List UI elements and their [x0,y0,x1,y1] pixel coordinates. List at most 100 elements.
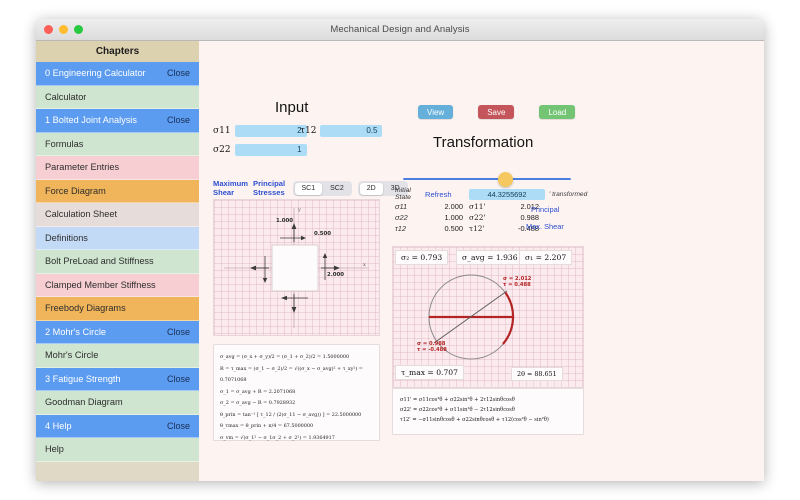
sigma1-label: σ₁ = 2.207 [519,250,572,265]
formula-line: σ_vm = √(σ_1² − σ_1σ_2 + σ_2²) = 1.93649… [220,433,373,445]
traffic-lights [44,25,83,34]
state-row-initial: 2.000 [425,202,469,211]
sidebar-close-button[interactable]: Close [167,421,190,431]
sidebar-close-button[interactable]: Close [167,374,190,384]
formula-line: θ_τmax = θ_prin + π/4 = 67.5000000 [220,421,373,433]
sidebar-close-button[interactable]: Close [167,68,190,78]
sidebar-item-calculation-sheet[interactable]: Calculation Sheet [36,203,199,227]
state-row-initial: 0.500 [425,224,469,233]
segment-2d[interactable]: 2D [360,183,383,195]
sidebar-close-button[interactable]: Close [167,327,190,337]
action-buttons[interactable]: View Save Load [418,105,575,119]
transformation-equations-box: σ11' = σ11cos²θ + σ22sin²θ + 2τ12sinθcos… [392,388,584,435]
transformation-equation-line: σ11' = σ11cos²θ + σ22sin²θ + 2τ12sinθcos… [400,395,576,405]
maximum-shear-link[interactable]: Maximum Shear [213,180,247,197]
app-window: Mechanical Design and Analysis Chapters … [36,19,764,481]
state-header-row: Initial State Refresh 44.3255692 ' trans… [395,188,587,201]
screen-root: Mechanical Design and Analysis Chapters … [0,0,800,500]
sidebar-item-goodman-diagram[interactable]: Goodman Diagram [36,391,199,415]
state-row-name: σ22 [395,213,425,222]
sidebar-item-clamped-member-stiffness[interactable]: Clamped Member Stiffness [36,274,199,298]
angle-input-wrap[interactable]: 44.3255692 [469,189,549,200]
sidebar-item-3-fatigue-strength[interactable]: 3 Fatigue StrengthClose [36,368,199,392]
sigma-avg-label: σ_avg = 1.936 [456,250,524,265]
sidebar-item-label: Calculation Sheet [45,209,117,219]
input-panel-title: Input [275,99,308,116]
refresh-link[interactable]: Refresh [425,190,469,199]
max-shear-link[interactable]: Max. Shear [526,222,564,231]
load-button[interactable]: Load [539,105,575,119]
sigma11-arrow-label: 2.000 [327,272,344,278]
sigma22-field-row: σ22 1 [213,144,307,156]
transformation-equation-lines: σ11' = σ11cos²θ + σ22sin²θ + 2τ12sinθcos… [393,389,583,431]
x-axis-label: x [363,262,366,268]
maximize-window-icon[interactable] [74,25,83,34]
sigma22-label: σ22 [213,145,231,155]
sidebar-item-label: Mohr's Circle [45,350,98,360]
formula-line: σ_avg = (σ_x + σ_y)/2 = (σ_1 + σ_2)/2 = … [220,352,373,364]
segment-sc2[interactable]: SC2 [323,183,351,195]
sidebar-item-label: Help [45,444,64,454]
sigma2-label: σ₂ = 0.793 [395,250,448,265]
tau-max-label: τ_max = 0.707 [395,365,464,380]
sidebar-item-0-engineering-calculator[interactable]: 0 Engineering CalculatorClose [36,62,199,86]
segment-sc1[interactable]: SC1 [295,183,323,195]
sidebar-item-label: Clamped Member Stiffness [45,280,156,290]
stress-element-svg [214,200,379,335]
sidebar-item-label: Formulas [45,139,83,149]
sidebar-item-mohr-s-circle[interactable]: Mohr's Circle [36,344,199,368]
state-row-transformed: 0.988 [497,213,545,222]
sidebar-item-label: 4 Help [45,421,72,431]
sidebar-item-formulas[interactable]: Formulas [36,133,199,157]
sidebar-item-bolt-preload-and-stiffness[interactable]: Bolt PreLoad and Stiffness [36,250,199,274]
sidebar-item-label: Freebody Diagrams [45,303,126,313]
tau12-arrow-label: 0.500 [314,231,331,237]
angle-slider[interactable] [397,171,577,187]
sidebar-item-label: 1 Bolted Joint Analysis [45,115,137,125]
sigma22-input[interactable]: 1 [235,144,307,156]
slider-knob[interactable] [498,172,513,187]
sidebar-item-definitions[interactable]: Definitions [36,227,199,251]
tau12-field-row: τ12 0.5 [300,125,382,137]
sidebar-list[interactable]: 0 Engineering CalculatorCloseCalculator1… [36,62,199,462]
sigma22-arrow-label: 1.000 [276,218,293,224]
sidebar-header: Chapters [36,41,199,62]
view-button[interactable]: View [418,105,453,119]
principal-link[interactable]: Principal [531,205,559,214]
sidebar-item-label: Bolt PreLoad and Stiffness [45,256,154,266]
sidebar-close-button[interactable]: Close [167,115,190,125]
mohr-point-a-labels: σ = 2.012 τ = 0.488 [503,277,531,288]
transformation-equation-line: σ22' = σ22cos²θ + σ11sin²θ − 2τ12sinθcos… [400,405,576,415]
sigma11-label: σ11 [213,126,231,136]
sidebar-item-help[interactable]: Help [36,438,199,462]
sidebar-item-calculator[interactable]: Calculator [36,86,199,110]
sidebar-item-parameter-entries[interactable]: Parameter Entries [36,156,199,180]
formula-line: σ_1 = σ_avg + R = 2.2071068 [220,387,373,399]
sidebar-item-freebody-diagrams[interactable]: Freebody Diagrams [36,297,199,321]
close-window-icon[interactable] [44,25,53,34]
criteria-segmented-control[interactable]: SC1 SC2 [293,181,352,196]
sidebar-item-4-help[interactable]: 4 Help Close [36,415,199,439]
save-button[interactable]: Save [478,105,514,119]
tau12-label: τ12 [300,126,316,136]
sidebar-item-label: Force Diagram [45,186,106,196]
chapters-sidebar[interactable]: Chapters 0 Engineering CalculatorCloseCa… [36,41,199,481]
formula-lines: σ_avg = (σ_x + σ_y)/2 = (σ_1 + σ_2)/2 = … [214,345,379,451]
transformed-note: ' transformed [549,191,587,198]
sigma11-input[interactable]: 2 [235,125,307,137]
angle-input[interactable]: 44.3255692 [469,189,545,200]
mohr-point-b-labels: σ = 0.988 τ = -0.488 [417,342,447,353]
minimize-window-icon[interactable] [59,25,68,34]
state-row-name-transformed: σ11' [469,202,497,211]
state-row-name-transformed: τ12' [469,224,497,233]
principal-stresses-link[interactable]: Principal Stresses [253,180,287,197]
sidebar-item-2-mohr-s-circle[interactable]: 2 Mohr's CircleClose [36,321,199,345]
window-title: Mechanical Design and Analysis [36,24,764,35]
sidebar-item-1-bolted-joint-analysis[interactable]: 1 Bolted Joint Analysis Close [36,109,199,133]
sidebar-item-label: Goodman Diagram [45,397,123,407]
sidebar-item-force-diagram[interactable]: Force Diagram [36,180,199,204]
tau12-input[interactable]: 0.5 [320,125,382,137]
slider-track[interactable] [403,178,571,180]
criteria-toolbar[interactable]: Maximum Shear Principal Stresses SC1 SC2… [213,180,408,197]
calculation-formulas-box: σ_avg = (σ_x + σ_y)/2 = (σ_1 + σ_2)/2 = … [213,344,380,441]
